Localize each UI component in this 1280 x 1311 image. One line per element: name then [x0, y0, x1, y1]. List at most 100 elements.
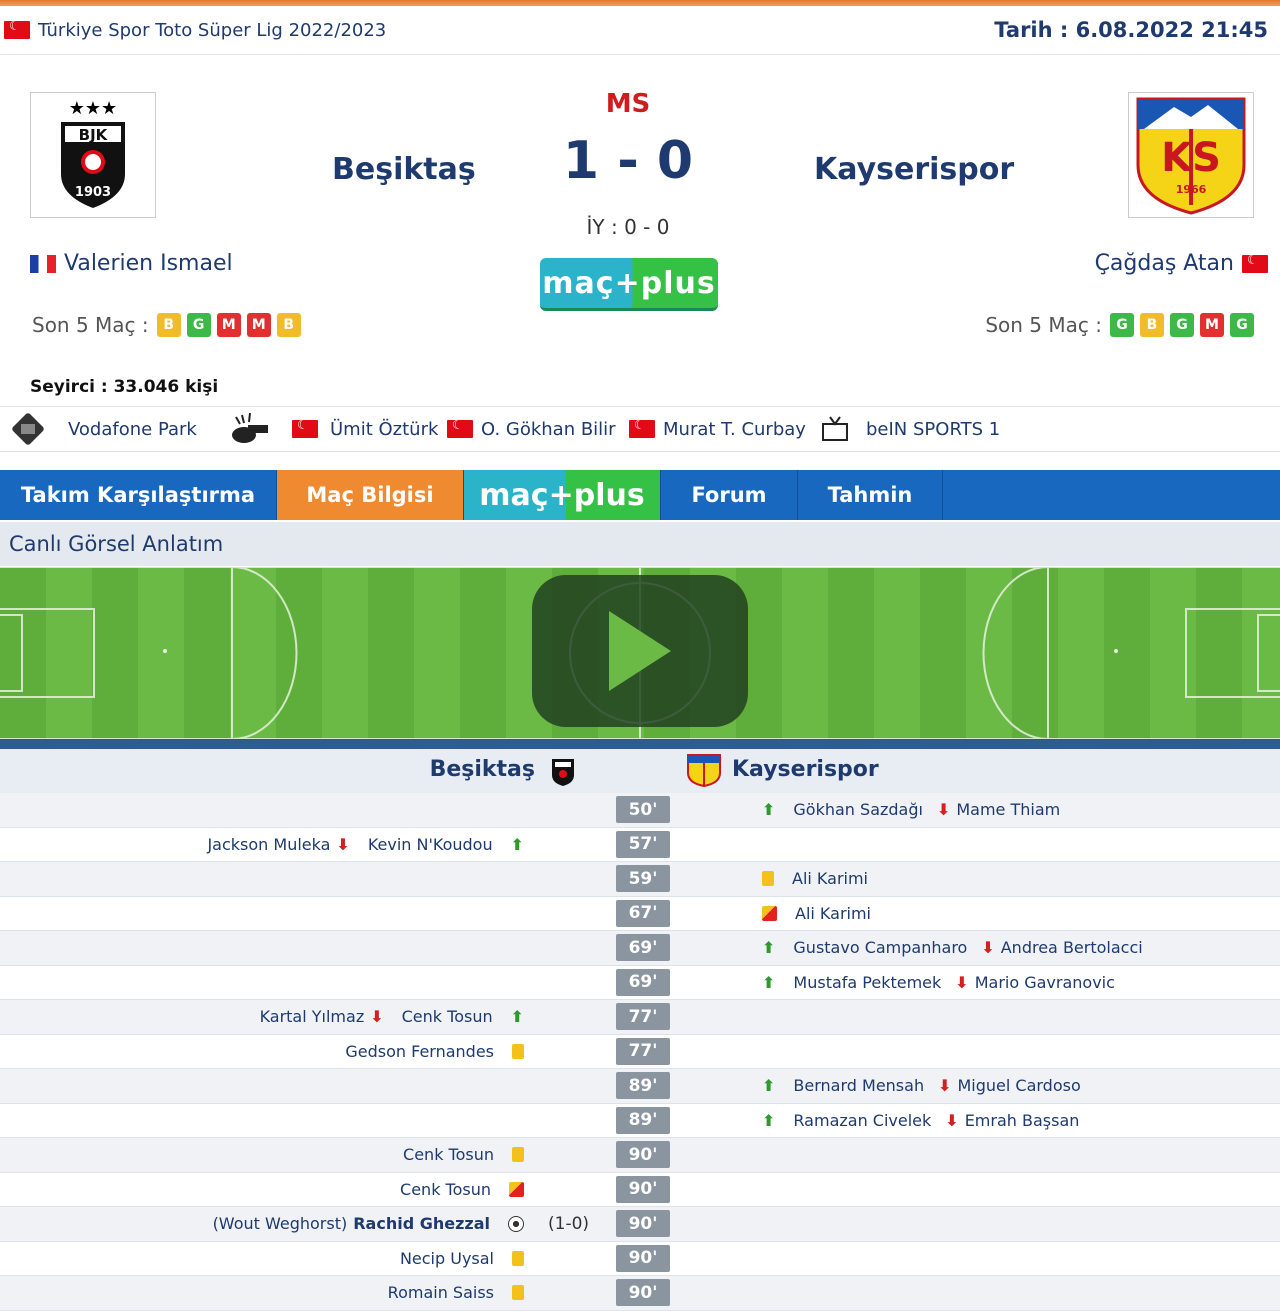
home-form-badges: BGMMB — [156, 313, 301, 337]
broadcaster-name: beIN SPORTS 1 — [866, 418, 1001, 440]
event-row: 90' Cenk Tosun — [0, 1138, 1280, 1173]
player-name[interactable]: Cenk Tosun — [403, 1145, 494, 1164]
home-event: Cenk Tosun — [400, 1173, 524, 1206]
form-badge: G — [1170, 313, 1194, 337]
player-name[interactable]: Romain Saiss — [388, 1283, 494, 1302]
live-pitch-video[interactable] — [0, 567, 1280, 739]
form-badge: G — [186, 313, 211, 337]
player-name[interactable]: Necip Uysal — [400, 1249, 494, 1268]
home-event: (Wout Weghorst) Rachid Ghezzal — [213, 1207, 524, 1240]
player-in-name[interactable]: Kevin N'Koudou — [368, 835, 493, 854]
yellow-card-icon — [512, 1147, 524, 1162]
sub-out-arrow-icon: ⬇ — [936, 800, 951, 819]
assistant-referee-1[interactable]: O. Gökhan Bilir — [447, 418, 616, 440]
sub-in-arrow-icon: ⬆ — [762, 938, 776, 957]
sub-out-arrow-icon: ⬇ — [955, 972, 969, 992]
last5-label: Son 5 Maç : — [985, 313, 1102, 337]
away-coach-name: Çağdaş Atan — [1094, 251, 1234, 276]
player-out-name[interactable]: Jackson Muleka — [207, 835, 330, 854]
tab-match-info[interactable]: Maç Bilgisi — [277, 470, 464, 520]
event-minute: 90' — [616, 1210, 670, 1237]
sub-out-arrow-icon: ⬇ — [945, 1110, 959, 1130]
player-in-name[interactable]: Gökhan Sazdağı — [793, 800, 923, 819]
home-event: Romain Saiss — [388, 1276, 524, 1309]
assistant-referee-2[interactable]: Murat T. Curbay — [629, 418, 806, 440]
player-in-name[interactable]: Gustavo Campanharo — [793, 938, 967, 957]
sub-out-arrow-icon: ⬇ — [981, 938, 995, 957]
event-minute: 89' — [616, 1072, 670, 1099]
player-in-name[interactable]: Ramazan Civelek — [793, 1111, 931, 1130]
player-out-name[interactable]: Mario Gavranovic — [975, 973, 1115, 992]
whistle-icon — [232, 413, 268, 443]
tab-prediction[interactable]: Tahmin — [798, 470, 943, 520]
tab-macplus[interactable]: maç+plus — [464, 470, 661, 520]
player-name[interactable]: Cenk Tosun — [400, 1180, 491, 1199]
home-event: Gedson Fernandes — [345, 1035, 524, 1068]
referee[interactable]: Ümit Öztürk — [292, 418, 438, 440]
match-date: Tarih : 6.08.2022 21:45 — [994, 18, 1268, 42]
away-coach[interactable]: Çağdaş Atan — [1095, 251, 1268, 276]
match-events-list: 50' ⬆ Gökhan Sazdağı ⬇ Mame Thiam 57' Jackson … — [0, 793, 1280, 1311]
player-name[interactable]: Gedson Fernandes — [345, 1042, 494, 1061]
yellow-card-icon — [512, 1285, 524, 1300]
league-name: Türkiye Spor Toto Süper Lig 2022/2023 — [38, 19, 387, 41]
away-team-logo[interactable]: KS 1966 — [1128, 92, 1254, 218]
play-icon — [609, 611, 671, 691]
match-score: 1 - 0 — [562, 131, 694, 191]
player-out-name[interactable]: Emrah Başsan — [965, 1111, 1080, 1130]
second-yellow-red-card-icon — [762, 905, 777, 921]
turkey-flag-icon — [292, 418, 318, 438]
league-header: Türkiye Spor Toto Süper Lig 2022/2023 Ta… — [0, 6, 1280, 55]
goal-ball-icon — [508, 1215, 524, 1232]
event-minute: 90' — [616, 1175, 670, 1203]
away-event: ⬆ Ramazan Civelek ⬇ Emrah Başsan — [762, 1104, 1079, 1137]
event-row: 57' Jackson Muleka ⬇ Kevin N'Koudou ⬆ — [0, 827, 1280, 862]
player-out-name[interactable]: Mame Thiam — [956, 800, 1060, 819]
yellow-card-icon — [762, 871, 774, 886]
tab-bar: Takım Karşılaştırma Maç Bilgisi maç+plus… — [0, 470, 1280, 520]
sub-out-arrow-icon: ⬇ — [370, 1007, 384, 1026]
turkey-flag-icon — [447, 418, 473, 438]
assist-player-name[interactable]: (Wout Weghorst) — [213, 1214, 348, 1233]
second-yellow-red-card-icon — [509, 1181, 524, 1197]
player-out-name[interactable]: Miguel Cardoso — [957, 1076, 1080, 1095]
player-in-name[interactable]: Mustafa Pektemek — [793, 973, 941, 992]
live-visual-title: Canlı Görsel Anlatım — [0, 522, 1280, 566]
turkey-flag-icon — [629, 418, 655, 438]
event-minute: 69' — [616, 934, 670, 961]
event-row: 50' ⬆ Gökhan Sazdağı ⬇ Mame Thiam — [0, 793, 1280, 828]
form-badge: B — [1140, 313, 1164, 337]
tab-team-comparison[interactable]: Takım Karşılaştırma — [0, 470, 277, 520]
tab-forum[interactable]: Forum — [661, 470, 798, 520]
player-name[interactable]: Ali Karimi — [795, 904, 871, 923]
player-out-name[interactable]: Andrea Bertolacci — [1001, 938, 1143, 957]
assistant1-name: O. Gökhan Bilir — [481, 418, 616, 440]
goal-score: (1-0) — [548, 1213, 590, 1234]
home-event: Necip Uysal — [400, 1242, 524, 1275]
home-coach[interactable]: Valerien Ismael — [30, 251, 233, 276]
form-badge: B — [156, 313, 181, 337]
kayserispor-small-logo-icon — [687, 754, 721, 787]
away-logo-text: KS — [1161, 135, 1221, 181]
player-name[interactable]: Ali Karimi — [792, 869, 868, 888]
turkey-flag-icon — [1242, 253, 1268, 273]
play-button[interactable] — [532, 575, 748, 727]
yellow-card-icon — [512, 1043, 524, 1059]
kayserispor-logo-icon: KS 1966 — [1136, 97, 1246, 215]
player-out-name[interactable]: Kartal Yılmaz — [260, 1007, 365, 1026]
league-title[interactable]: Türkiye Spor Toto Süper Lig 2022/2023 — [4, 19, 387, 41]
player-in-name[interactable]: Bernard Mensah — [793, 1076, 924, 1095]
form-badge: B — [276, 313, 301, 337]
event-row: 67' Ali Karimi — [0, 896, 1280, 931]
goal-scorer-name[interactable]: Rachid Ghezzal — [353, 1214, 490, 1233]
event-row: 77' Kartal Yılmaz ⬇ Cenk Tosun ⬆ — [0, 1000, 1280, 1035]
stadium-info[interactable]: Vodafone Park — [10, 411, 197, 447]
halftime-score: İY : 0 - 0 — [586, 215, 670, 239]
player-in-name[interactable]: Cenk Tosun — [402, 1007, 493, 1026]
event-minute: 59' — [616, 865, 670, 892]
form-badge: M — [1200, 313, 1224, 337]
macplus-button[interactable]: maç+plus — [540, 258, 718, 311]
broadcaster-info[interactable]: beIN SPORTS 1 — [820, 414, 1000, 444]
event-row: 90' Necip Uysal — [0, 1241, 1280, 1276]
away-team-name[interactable]: Kayserispor — [814, 152, 1014, 187]
